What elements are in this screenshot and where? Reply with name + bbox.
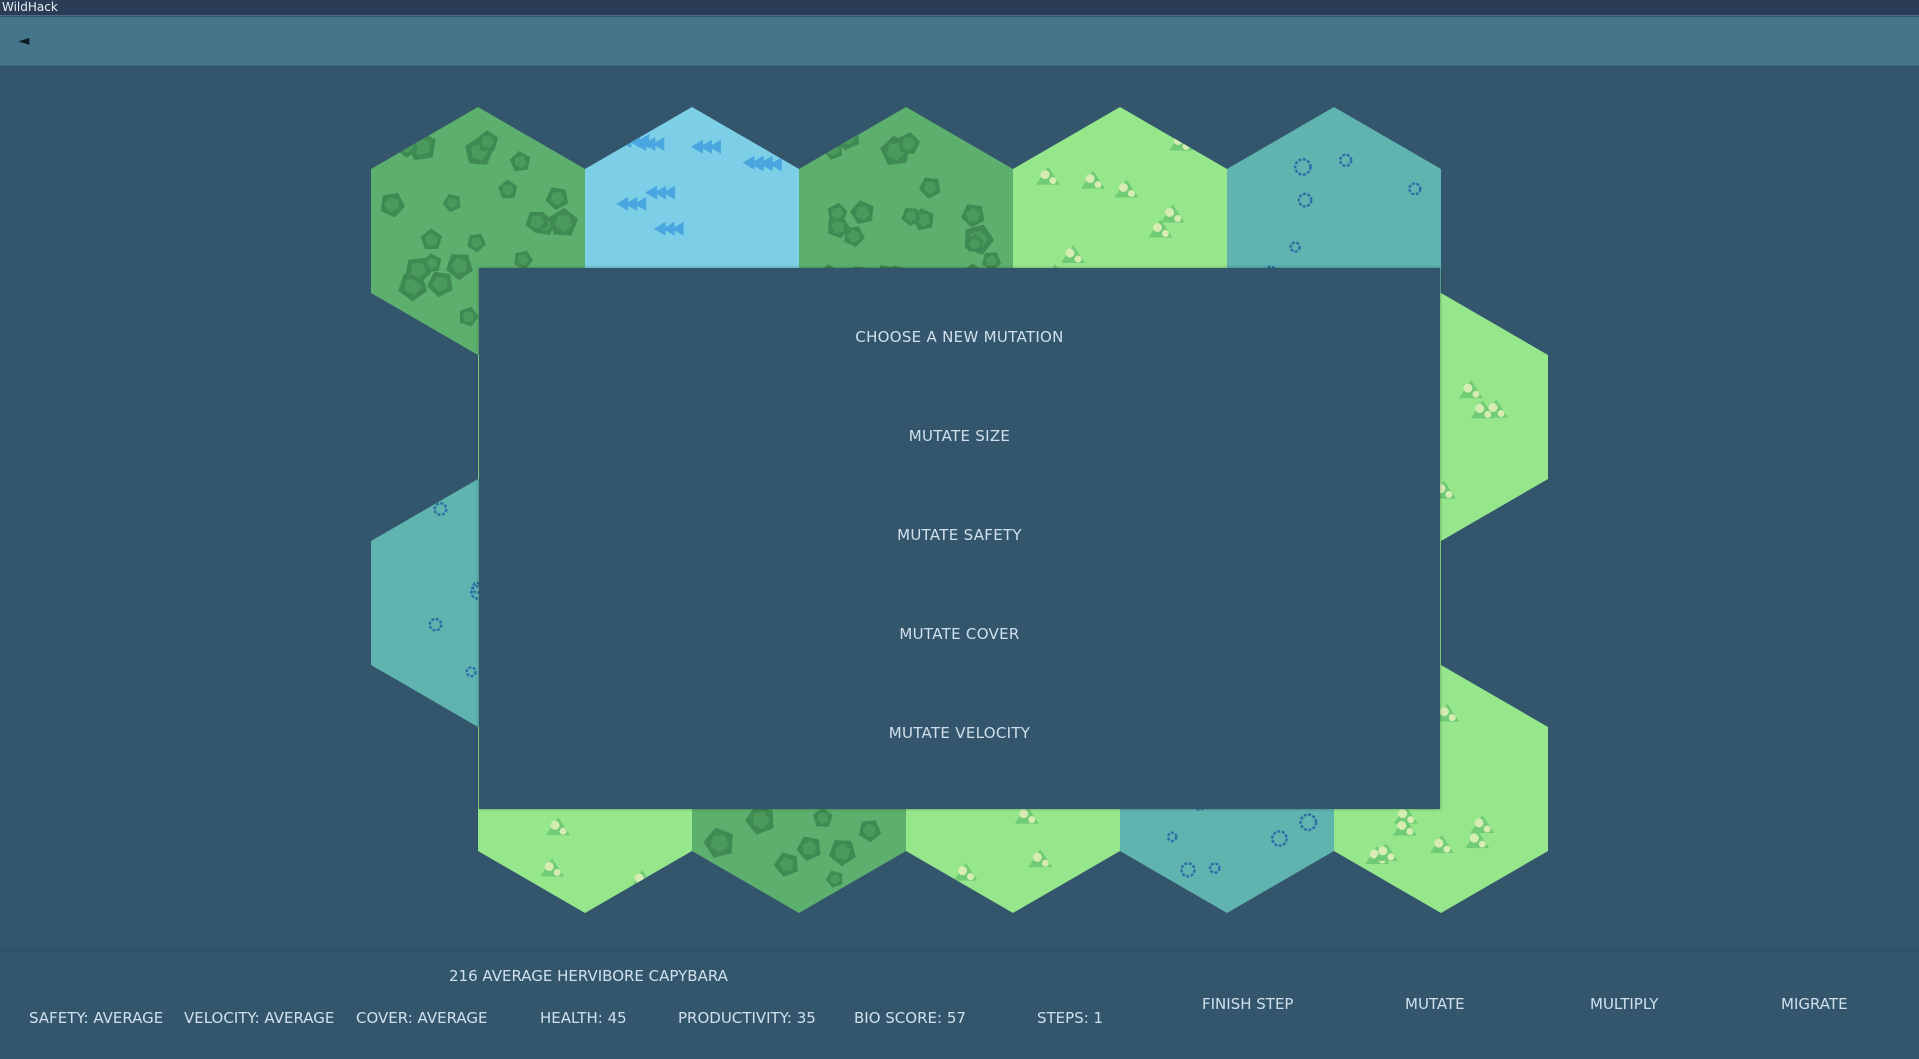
safety-stat: SAFETY: AVERAGE	[29, 1009, 164, 1027]
mutation-dialog: CHOOSE A NEW MUTATION MUTATE SIZE MUTATE…	[479, 268, 1440, 809]
bio-score-stat: BIO SCORE: 57	[854, 1009, 966, 1027]
mutate-button[interactable]: MUTATE	[1405, 995, 1465, 1013]
mutate-size-button[interactable]: MUTATE SIZE	[479, 427, 1440, 445]
productivity-stat: PRODUCTIVITY: 35	[678, 1009, 816, 1027]
cover-stat: COVER: AVERAGE	[356, 1009, 488, 1027]
multiply-button[interactable]: MULTIPLY	[1590, 995, 1658, 1013]
health-stat: HEALTH: 45	[540, 1009, 627, 1027]
velocity-stat: VELOCITY: AVERAGE	[184, 1009, 335, 1027]
steps-stat: STEPS: 1	[1037, 1009, 1104, 1027]
bottom-panel-divider	[0, 950, 1919, 951]
finish-step-button[interactable]: FINISH STEP	[1202, 995, 1293, 1013]
tree-icon	[871, 870, 893, 891]
mutate-cover-button[interactable]: MUTATE COVER	[479, 625, 1440, 643]
mutation-dialog-title: CHOOSE A NEW MUTATION	[855, 328, 1064, 346]
mutate-safety-button[interactable]: MUTATE SAFETY	[479, 526, 1440, 544]
species-name: 216 AVERAGE HERVIBORE CAPYBARA	[449, 967, 728, 985]
migrate-button[interactable]: MIGRATE	[1781, 995, 1848, 1013]
mutate-velocity-button[interactable]: MUTATE VELOCITY	[479, 724, 1440, 742]
